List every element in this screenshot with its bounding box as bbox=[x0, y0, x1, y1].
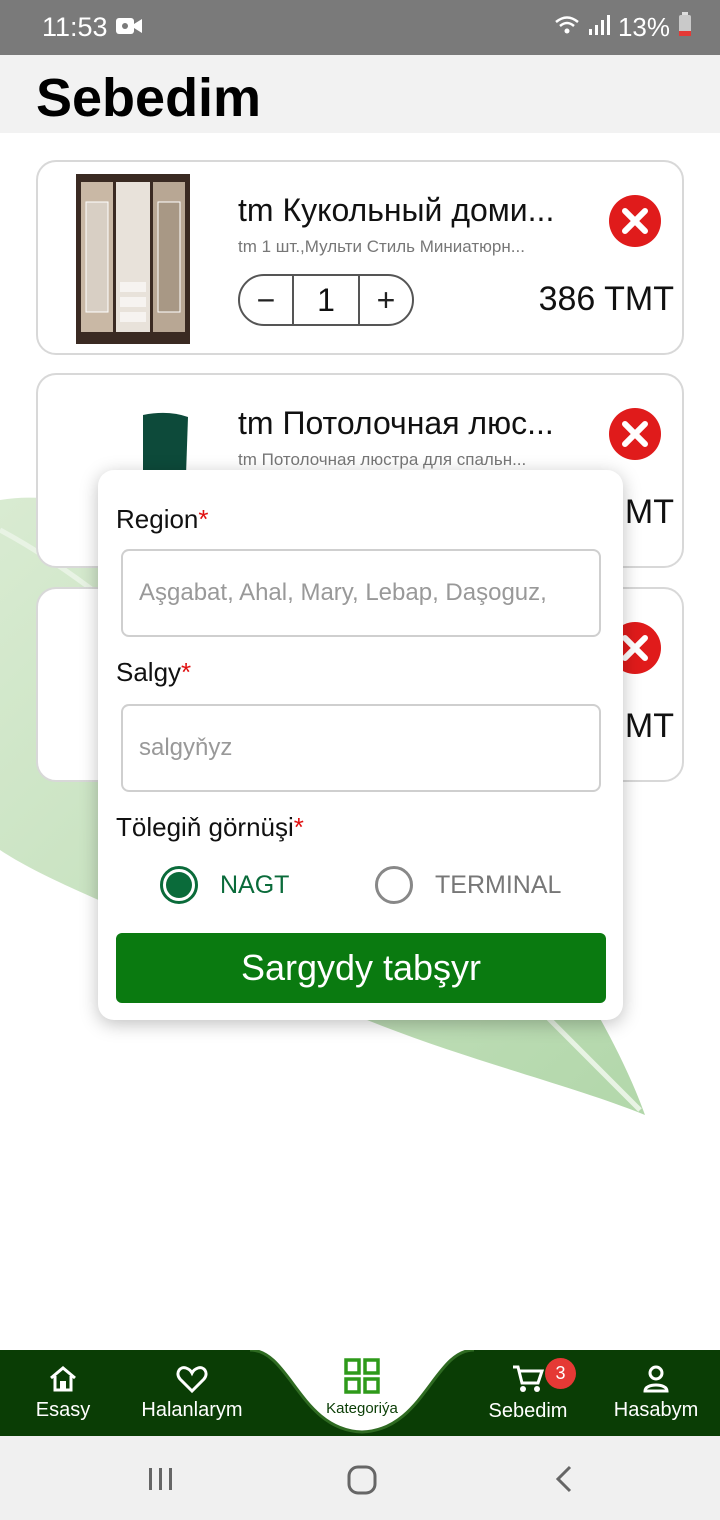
payment-option-terminal[interactable]: TERMINAL bbox=[375, 866, 561, 904]
region-input[interactable]: Aşgabat, Ahal, Mary, Lebap, Daşoguz, bbox=[121, 549, 601, 637]
submit-order-button[interactable]: Sargydy tabşyr bbox=[116, 933, 606, 1003]
increase-button[interactable]: + bbox=[360, 276, 412, 324]
system-nav-bar bbox=[0, 1436, 720, 1520]
region-placeholder: Aşgabat, Ahal, Mary, Lebap, Daşoguz, bbox=[139, 579, 547, 606]
page-title: Sebedim bbox=[36, 68, 262, 128]
payment-type-label: Tölegiň görnüşi* bbox=[116, 812, 304, 842]
cart-item-price: MT bbox=[624, 493, 674, 531]
decrease-button[interactable]: − bbox=[240, 276, 292, 324]
cart-item-subtitle: tm Потолочная люстра для спальн... bbox=[238, 450, 527, 469]
status-time: 11:53 bbox=[42, 12, 108, 42]
wifi-icon bbox=[554, 12, 580, 43]
order-form-dialog: Region* Aşgabat, Ahal, Mary, Lebap, Daşo… bbox=[98, 470, 623, 1020]
address-placeholder: salgyňyz bbox=[139, 734, 233, 761]
cart-item-price: MT bbox=[624, 707, 674, 745]
quantity-value: 1 bbox=[292, 276, 360, 324]
battery-percent: 13% bbox=[617, 12, 670, 42]
cart-item-title: tm Потолочная люс... bbox=[238, 405, 554, 441]
grid-icon bbox=[344, 1358, 380, 1394]
status-bar: 11:53 13% bbox=[0, 0, 720, 55]
radio-selected-icon bbox=[160, 866, 198, 904]
home-button-icon[interactable] bbox=[347, 1465, 377, 1495]
remove-item-icon[interactable] bbox=[608, 194, 662, 248]
nav-item-home[interactable]: Esasy bbox=[20, 1350, 106, 1436]
cart-item-subtitle: tm 1 шт.,Мульти Стиль Миниатюрн... bbox=[238, 237, 525, 256]
required-mark: * bbox=[181, 657, 192, 687]
wardrobe-image bbox=[76, 174, 190, 344]
signal-icon bbox=[588, 12, 610, 43]
page-header: Sebedim bbox=[0, 55, 720, 133]
region-label: Region* bbox=[116, 504, 209, 534]
address-label: Salgy* bbox=[116, 657, 192, 687]
person-icon bbox=[643, 1365, 669, 1392]
nav-item-favorites[interactable]: Halanlarym bbox=[132, 1350, 252, 1436]
cart-count-badge: 3 bbox=[545, 1358, 576, 1389]
remove-item-icon[interactable] bbox=[608, 407, 662, 461]
cart-item-price: 386 TMT bbox=[538, 280, 674, 318]
payment-option-cash[interactable]: NAGT bbox=[160, 866, 289, 904]
battery-icon bbox=[678, 12, 692, 43]
cart-icon bbox=[513, 1365, 544, 1392]
home-icon bbox=[50, 1365, 76, 1391]
required-mark: * bbox=[293, 812, 304, 842]
cart-item[interactable]: tm Кукольный доми... tm 1 шт.,Мульти Сти… bbox=[36, 160, 684, 355]
quantity-stepper: − 1 + bbox=[238, 274, 414, 326]
radio-unselected-icon bbox=[375, 866, 413, 904]
back-icon[interactable] bbox=[553, 1464, 575, 1494]
bottom-nav: Esasy Halanlarym Kategoriýa Sebedim Hasa… bbox=[0, 1350, 720, 1436]
required-mark: * bbox=[198, 504, 209, 534]
heart-icon bbox=[176, 1365, 208, 1393]
nav-item-categories[interactable]: Kategoriýa bbox=[300, 1354, 424, 1434]
recent-apps-icon[interactable] bbox=[147, 1466, 175, 1492]
video-camera-icon bbox=[116, 16, 142, 41]
cart-item-title: tm Кукольный доми... bbox=[238, 192, 555, 228]
address-input[interactable]: salgyňyz bbox=[121, 704, 601, 792]
nav-item-account[interactable]: Hasabym bbox=[610, 1350, 702, 1436]
